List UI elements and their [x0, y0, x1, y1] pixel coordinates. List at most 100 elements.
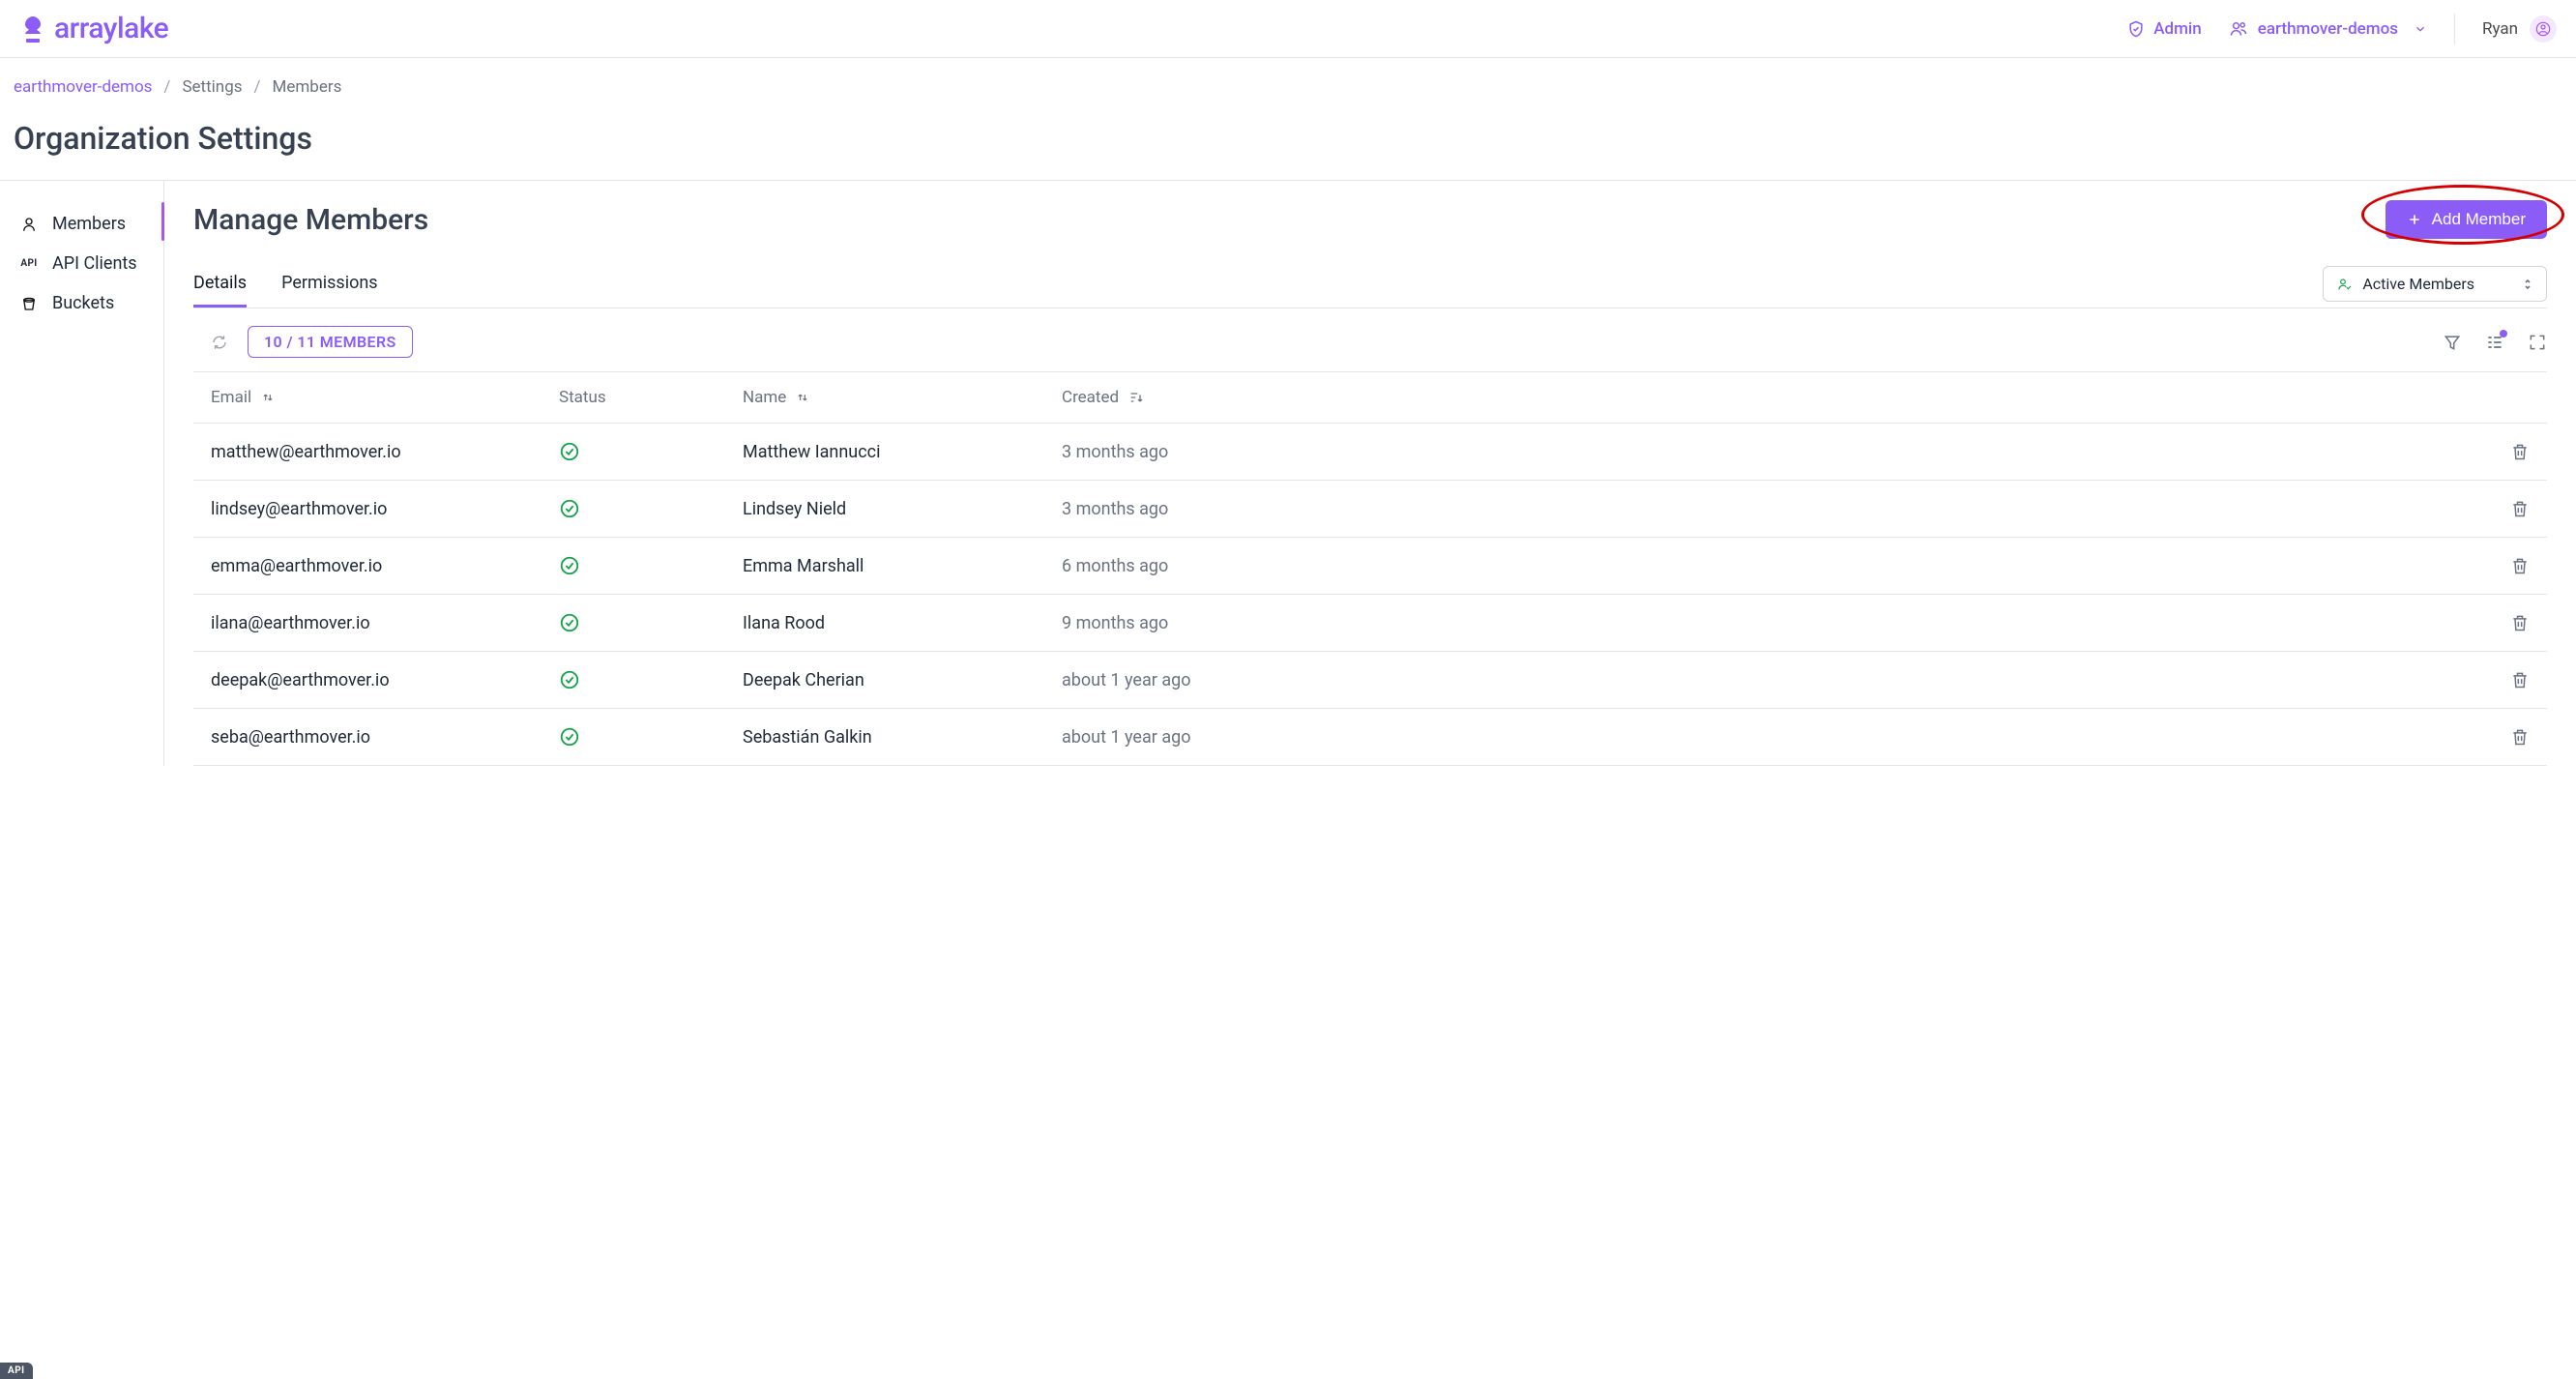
- col-name[interactable]: Name: [743, 388, 1062, 407]
- table-row: ilana@earthmover.io Ilana Rood9 months ag…: [193, 595, 2547, 652]
- trash-icon: [2510, 499, 2530, 518]
- breadcrumb-settings[interactable]: Settings: [182, 77, 242, 97]
- delete-member-button[interactable]: [2472, 727, 2530, 747]
- col-created[interactable]: Created: [1062, 388, 1323, 407]
- check-circle-icon: [559, 555, 743, 576]
- logo-link[interactable]: arraylake: [19, 12, 168, 45]
- admin-link[interactable]: Admin: [2126, 19, 2201, 39]
- main-panel: Manage Members Add Member Details Permis…: [164, 181, 2576, 766]
- app-header: arraylake Admin earthmover-demos: [0, 0, 2576, 58]
- cell-email: ilana@earthmover.io: [211, 613, 559, 633]
- refresh-button[interactable]: [211, 334, 228, 351]
- cell-status: [559, 669, 743, 690]
- th-label: Name: [743, 388, 786, 407]
- cell-email: matthew@earthmover.io: [211, 442, 559, 462]
- cell-name: Sebastián Galkin: [743, 727, 1062, 748]
- fullscreen-button[interactable]: [2528, 333, 2547, 352]
- cell-name: Ilana Rood: [743, 613, 1062, 633]
- org-name: earthmover-demos: [2258, 19, 2398, 39]
- breadcrumb-separator: /: [254, 77, 261, 97]
- person-check-icon: [2337, 277, 2353, 292]
- sort-icon: [796, 391, 809, 404]
- avatar: [2530, 15, 2557, 43]
- sidebar-item-buckets[interactable]: Buckets: [19, 283, 163, 323]
- logo-icon: [19, 15, 46, 44]
- admin-label: Admin: [2153, 19, 2201, 39]
- cell-status: [559, 498, 743, 519]
- cell-created: about 1 year ago: [1062, 670, 1323, 690]
- sidebar-item-members[interactable]: Members: [19, 204, 163, 244]
- delete-member-button[interactable]: [2472, 556, 2530, 575]
- table-row: emma@earthmover.ioEmma Marshall6 months …: [193, 538, 2547, 595]
- trash-icon: [2510, 613, 2530, 632]
- check-circle-icon: [559, 726, 743, 748]
- org-switcher[interactable]: earthmover-demos: [2229, 19, 2427, 39]
- delete-member-button[interactable]: [2472, 442, 2530, 461]
- cell-email: emma@earthmover.io: [211, 556, 559, 576]
- cell-status: [559, 612, 743, 633]
- table-row: deepak@earthmover.io Deepak Cherianabout …: [193, 652, 2547, 709]
- table-header-row: Email Status Name Created: [193, 372, 2547, 424]
- cell-name: Matthew Iannucci: [743, 442, 1062, 462]
- page-head: earthmover-demos / Settings / Members Or…: [0, 58, 2576, 181]
- api-badge[interactable]: API: [0, 1363, 33, 1379]
- cell-created: 9 months ago: [1062, 613, 1323, 633]
- col-email[interactable]: Email: [211, 388, 559, 407]
- user-name: Ryan: [2482, 19, 2518, 39]
- th-label: Email: [211, 388, 251, 407]
- select-caret-icon: [2523, 278, 2532, 291]
- cell-created: about 1 year ago: [1062, 727, 1323, 748]
- cell-created: 3 months ago: [1062, 499, 1323, 519]
- add-member-label: Add Member: [2432, 210, 2526, 229]
- cell-created: 6 months ago: [1062, 556, 1323, 576]
- trash-icon: [2510, 727, 2530, 747]
- trash-icon: [2510, 442, 2530, 461]
- bucket-icon: [19, 295, 39, 312]
- cell-created: 3 months ago: [1062, 442, 1323, 462]
- th-label: Created: [1062, 388, 1119, 407]
- users-icon: [2229, 19, 2248, 39]
- trash-icon: [2510, 670, 2530, 690]
- tab-details[interactable]: Details: [193, 267, 247, 308]
- sidebar-item-api-clients[interactable]: API API Clients: [19, 244, 163, 283]
- header-divider: [2454, 14, 2455, 44]
- delete-member-button[interactable]: [2472, 499, 2530, 518]
- table-row: seba@earthmover.ioSebastián Galkinabout …: [193, 709, 2547, 766]
- delete-member-button[interactable]: [2472, 670, 2530, 690]
- col-status[interactable]: Status: [559, 388, 743, 407]
- check-circle-icon: [559, 498, 743, 519]
- person-icon: [19, 216, 39, 233]
- sidebar: Members API API Clients Buckets: [0, 181, 164, 766]
- table-row: matthew@earthmover.io Matthew Iannucci3 m…: [193, 424, 2547, 481]
- api-icon: API: [19, 258, 39, 269]
- filter-icon[interactable]: [2443, 333, 2462, 352]
- cell-name: Deepak Cherian: [743, 670, 1062, 690]
- breadcrumb-separator: /: [163, 77, 170, 97]
- breadcrumb: earthmover-demos / Settings / Members: [14, 77, 2562, 97]
- sort-icon: [261, 391, 275, 404]
- cell-email: lindsey@earthmover.io: [211, 499, 559, 519]
- user-menu[interactable]: Ryan: [2482, 15, 2557, 43]
- sidebar-item-label: Members: [52, 214, 126, 234]
- breadcrumb-org[interactable]: earthmover-demos: [14, 77, 152, 97]
- add-member-button[interactable]: Add Member: [2386, 200, 2547, 239]
- delete-member-button[interactable]: [2472, 613, 2530, 632]
- check-circle-icon: [559, 669, 743, 690]
- cell-name: Lindsey Nield: [743, 499, 1062, 519]
- sort-desc-icon: [1128, 390, 1144, 405]
- trash-icon: [2510, 556, 2530, 575]
- member-filter-select[interactable]: Active Members: [2323, 266, 2547, 302]
- member-count-pill[interactable]: 10 / 11 MEMBERS: [248, 326, 413, 358]
- indicator-dot: [2500, 330, 2507, 337]
- tab-permissions[interactable]: Permissions: [281, 267, 378, 308]
- density-button[interactable]: [2485, 333, 2504, 352]
- th-label: Status: [559, 388, 606, 407]
- cell-email: deepak@earthmover.io: [211, 670, 559, 690]
- logo-text: arraylake: [54, 12, 168, 45]
- plus-icon: [2407, 212, 2422, 227]
- check-circle-icon: [559, 441, 743, 462]
- sidebar-item-label: Buckets: [52, 293, 114, 313]
- section-title: Manage Members: [193, 203, 428, 237]
- filter-selected-label: Active Members: [2362, 275, 2474, 293]
- cell-status: [559, 555, 743, 576]
